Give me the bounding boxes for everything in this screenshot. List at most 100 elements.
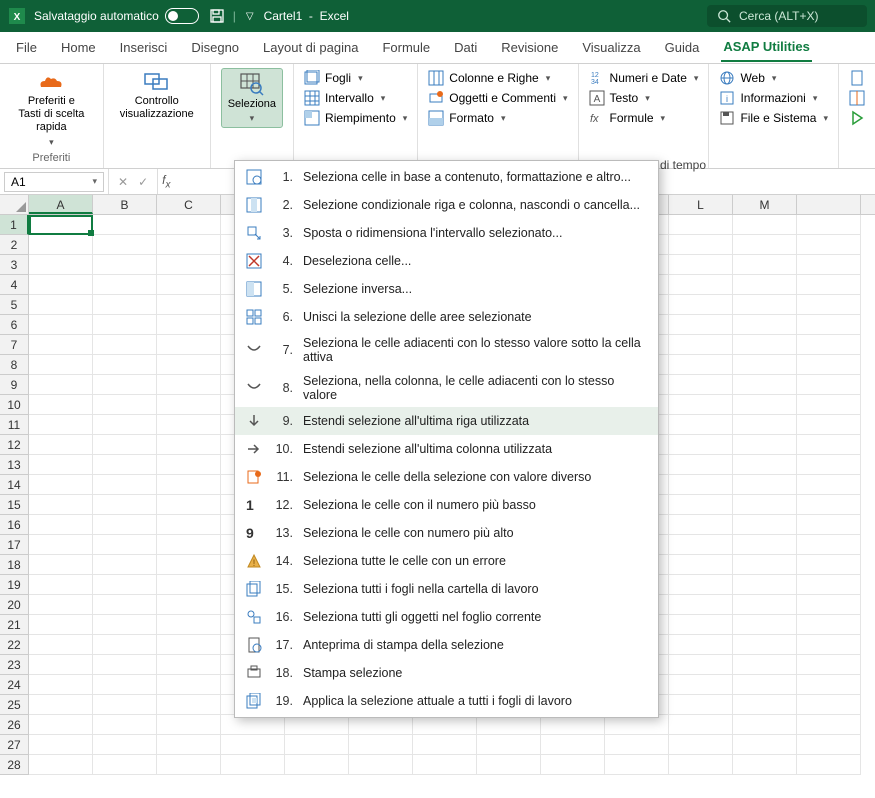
tab-review[interactable]: Revisione	[499, 34, 560, 61]
cell[interactable]	[157, 475, 221, 495]
cell[interactable]	[29, 335, 93, 355]
cell[interactable]	[797, 695, 861, 715]
column-header[interactable]: C	[157, 195, 221, 214]
row-header[interactable]: 27	[0, 735, 29, 755]
cell[interactable]	[733, 555, 797, 575]
select-button[interactable]: Seleziona ▾	[221, 68, 283, 128]
cell[interactable]	[29, 415, 93, 435]
cell[interactable]	[733, 475, 797, 495]
cell[interactable]	[669, 555, 733, 575]
search-box[interactable]: Cerca (ALT+X)	[707, 5, 867, 27]
cell[interactable]	[93, 595, 157, 615]
cell[interactable]	[669, 675, 733, 695]
row-header[interactable]: 3	[0, 255, 29, 275]
cell[interactable]	[349, 735, 413, 755]
more-button1[interactable]	[845, 68, 869, 88]
cell[interactable]	[477, 735, 541, 755]
row-header[interactable]: 7	[0, 335, 29, 355]
menu-item-10[interactable]: 10.Estendi selezione all'ultima colonna …	[235, 435, 658, 463]
row-header[interactable]: 19	[0, 575, 29, 595]
cell[interactable]	[541, 715, 605, 735]
cell[interactable]	[29, 635, 93, 655]
cell[interactable]	[733, 575, 797, 595]
row-header[interactable]: 13	[0, 455, 29, 475]
text-button[interactable]: ATesto▾	[585, 88, 703, 108]
row-header[interactable]: 14	[0, 475, 29, 495]
cell[interactable]	[669, 315, 733, 335]
cell[interactable]	[29, 655, 93, 675]
cell[interactable]	[157, 495, 221, 515]
cell[interactable]	[157, 415, 221, 435]
row-header[interactable]: 26	[0, 715, 29, 735]
cell[interactable]	[797, 595, 861, 615]
name-box[interactable]: A1 ▾	[4, 172, 104, 192]
select-all-button[interactable]	[0, 195, 29, 214]
cell[interactable]	[413, 755, 477, 775]
cell[interactable]	[285, 735, 349, 755]
row-header[interactable]: 23	[0, 655, 29, 675]
cell[interactable]	[733, 535, 797, 555]
cell[interactable]	[797, 655, 861, 675]
cell[interactable]	[797, 535, 861, 555]
qat-dropdown-icon[interactable]: ▽	[246, 11, 254, 22]
cell[interactable]	[669, 715, 733, 735]
cell[interactable]	[157, 235, 221, 255]
chevron-down-icon[interactable]: ▾	[92, 176, 97, 187]
cell[interactable]	[29, 455, 93, 475]
cell[interactable]	[669, 215, 733, 235]
columns-rows-button[interactable]: Colonne e Righe▾	[424, 68, 571, 88]
cell[interactable]	[797, 555, 861, 575]
cell[interactable]	[669, 695, 733, 715]
cell[interactable]	[157, 555, 221, 575]
more-button2[interactable]	[845, 88, 869, 108]
menu-item-6[interactable]: 6.Unisci la selezione delle aree selezio…	[235, 303, 658, 331]
cell[interactable]	[733, 355, 797, 375]
cell[interactable]	[93, 235, 157, 255]
cell[interactable]	[669, 395, 733, 415]
cell[interactable]	[797, 615, 861, 635]
objects-comments-button[interactable]: Oggetti e Commenti▾	[424, 88, 571, 108]
document-name[interactable]: Cartel1 - Excel	[264, 9, 349, 23]
favorites-button[interactable]: Preferiti e Tasti di scelta rapida ▾	[10, 68, 93, 150]
menu-item-16[interactable]: 16.Seleziona tutti gli oggetti nel fogli…	[235, 603, 658, 631]
cell[interactable]	[733, 615, 797, 635]
cell[interactable]	[157, 275, 221, 295]
tab-layout[interactable]: Layout di pagina	[261, 34, 360, 61]
range-button[interactable]: Intervallo▾	[300, 88, 411, 108]
cell[interactable]	[669, 475, 733, 495]
cell[interactable]	[733, 635, 797, 655]
menu-item-3[interactable]: 3.Sposta o ridimensiona l'intervallo sel…	[235, 219, 658, 247]
cell[interactable]	[797, 295, 861, 315]
cell[interactable]	[669, 535, 733, 555]
cell[interactable]	[93, 555, 157, 575]
vision-control-button[interactable]: Controllo visualizzazione	[114, 68, 200, 124]
cell[interactable]	[797, 255, 861, 275]
cell[interactable]	[733, 375, 797, 395]
cell[interactable]	[669, 495, 733, 515]
accept-icon[interactable]: ✓	[135, 175, 151, 189]
tab-home[interactable]: Home	[59, 34, 98, 61]
cell[interactable]	[93, 275, 157, 295]
column-header[interactable]	[797, 195, 861, 214]
cell[interactable]	[605, 755, 669, 775]
cell[interactable]	[797, 415, 861, 435]
cell[interactable]	[797, 635, 861, 655]
cell[interactable]	[733, 215, 797, 235]
cell[interactable]	[157, 395, 221, 415]
cell[interactable]	[29, 715, 93, 735]
cell[interactable]	[669, 355, 733, 375]
formulas-button[interactable]: fxFormule▾	[585, 108, 703, 128]
cell[interactable]	[285, 755, 349, 775]
cell[interactable]	[93, 755, 157, 775]
file-system-button[interactable]: File e Sistema▾	[715, 108, 832, 128]
row-header[interactable]: 1	[0, 215, 29, 235]
cell[interactable]	[797, 335, 861, 355]
cell[interactable]	[797, 675, 861, 695]
cell[interactable]	[797, 735, 861, 755]
row-header[interactable]: 12	[0, 435, 29, 455]
row-header[interactable]: 28	[0, 755, 29, 775]
cell[interactable]	[29, 215, 93, 235]
cell[interactable]	[605, 715, 669, 735]
menu-item-13[interactable]: 913.Seleziona le celle con numero più al…	[235, 519, 658, 547]
run-button[interactable]	[845, 108, 869, 128]
